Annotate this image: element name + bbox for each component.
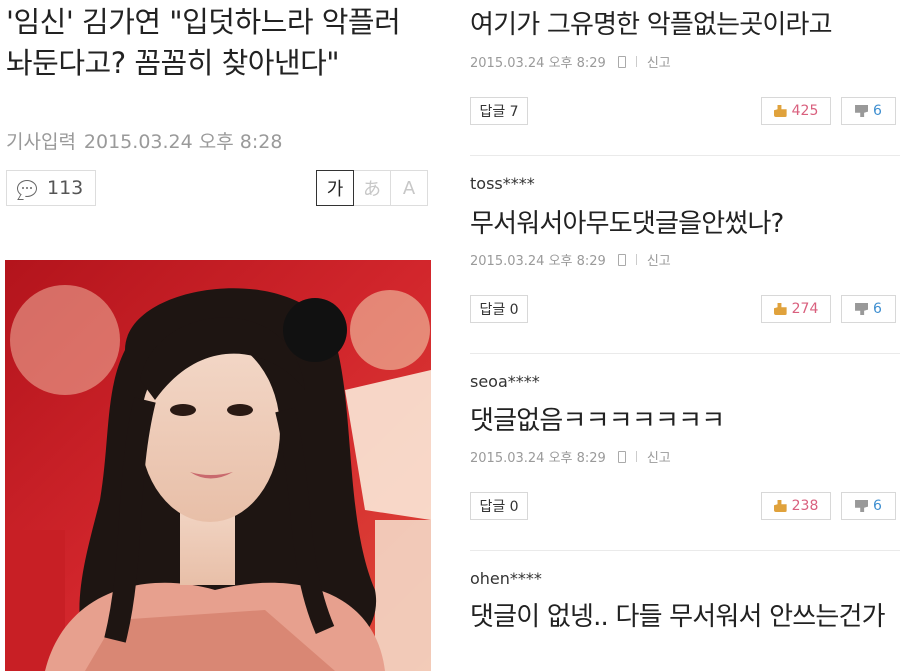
- comment-text: 댓글없음ㅋㅋㅋㅋㅋㅋㅋ: [470, 406, 725, 436]
- mobile-icon: [617, 55, 626, 68]
- thumbs-up-icon: [773, 500, 787, 512]
- dislike-button[interactable]: 6: [841, 97, 896, 125]
- mobile-icon: [617, 450, 626, 463]
- dislike-count: 6: [873, 498, 882, 514]
- divider: [635, 254, 637, 265]
- comment-username: toss****: [470, 174, 535, 193]
- like-button[interactable]: 274: [761, 295, 831, 323]
- comment-count-button[interactable]: 113: [6, 170, 96, 206]
- byline-datetime: 2015.03.24 오후 8:28: [83, 131, 283, 153]
- comment-text: 무서워서아무도댓글을안썼나?: [470, 209, 784, 239]
- comment-count-value: 113: [47, 177, 84, 199]
- thumbs-up-icon: [773, 303, 787, 315]
- reply-button[interactable]: 답글 7: [470, 97, 528, 125]
- dislike-count: 6: [873, 301, 882, 317]
- dislike-button[interactable]: 6: [841, 492, 896, 520]
- dislike-button[interactable]: 6: [841, 295, 896, 323]
- reply-button[interactable]: 답글 0: [470, 295, 528, 323]
- comment-meta: 2015.03.24 오후 8:29 신고: [470, 52, 671, 71]
- comment-meta: 2015.03.24 오후 8:29 신고: [470, 250, 671, 269]
- font-japanese-button[interactable]: あ: [353, 170, 391, 206]
- comment-datetime: 2015.03.24 오후 8:29: [470, 451, 606, 466]
- comment-meta: 2015.03.24 오후 8:29 신고: [470, 447, 671, 466]
- comment-bubble-icon: [17, 179, 37, 197]
- thumbs-up-icon: [773, 105, 787, 117]
- thumbs-down-icon: [855, 303, 869, 315]
- comment-datetime: 2015.03.24 오후 8:29: [470, 56, 606, 71]
- reply-button[interactable]: 답글 0: [470, 492, 528, 520]
- font-latin-button[interactable]: A: [390, 170, 428, 206]
- like-count: 425: [791, 103, 819, 119]
- divider: [635, 451, 637, 462]
- font-korean-button[interactable]: 가: [316, 170, 354, 206]
- thumbs-down-icon: [855, 105, 869, 117]
- comment-text: 여기가 그유명한 악플없는곳이라고: [470, 10, 833, 40]
- comment-divider: [470, 550, 900, 551]
- byline-label: 기사입력: [6, 131, 76, 153]
- thumbs-down-icon: [855, 500, 869, 512]
- divider: [635, 56, 637, 67]
- report-link[interactable]: 신고: [647, 447, 671, 466]
- report-link[interactable]: 신고: [647, 250, 671, 269]
- article-headline: '임신' 김가연 "입덧하느라 악플러 놔둔다고? 꼼꼼히 찾아낸다": [6, 5, 401, 80]
- like-count: 238: [791, 498, 819, 514]
- like-button[interactable]: 425: [761, 97, 831, 125]
- mobile-icon: [617, 253, 626, 266]
- comment-divider: [470, 155, 900, 156]
- article-photo: [5, 260, 431, 671]
- font-size-selector: 가 あ A: [316, 170, 428, 206]
- dislike-count: 6: [873, 103, 882, 119]
- comment-datetime: 2015.03.24 오후 8:29: [470, 254, 606, 269]
- comment-username: seoa****: [470, 372, 540, 391]
- comment-divider: [470, 353, 900, 354]
- like-count: 274: [791, 301, 819, 317]
- article-photo-image: [5, 260, 431, 671]
- like-button[interactable]: 238: [761, 492, 831, 520]
- comment-username: ohen****: [470, 569, 542, 588]
- comment-text: 댓글이 없넹.. 다들 무서워서 안쓰는건가: [470, 602, 886, 632]
- article-byline: 기사입력 2015.03.24 오후 8:28: [6, 127, 282, 154]
- article-panel: '임신' 김가연 "입덧하느라 악플러 놔둔다고? 꼼꼼히 찾아낸다" 기사입력…: [0, 0, 440, 671]
- report-link[interactable]: 신고: [647, 52, 671, 71]
